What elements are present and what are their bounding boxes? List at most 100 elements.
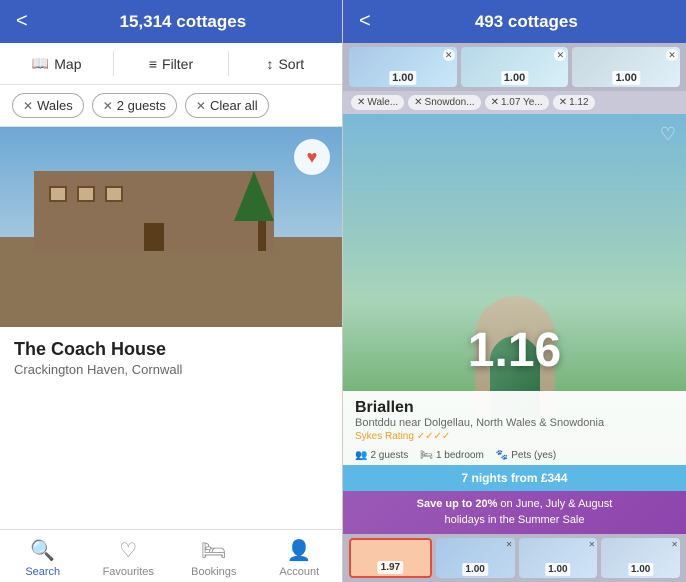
building-door [144, 223, 164, 251]
back-button-left[interactable]: < [16, 10, 28, 33]
search-icon: 🔍 [30, 538, 55, 563]
card-features: 👥 2 guests 🛏 1 bedroom 🐾 Pets (yes) [343, 446, 686, 465]
bookings-icon: 🛏 [201, 538, 226, 563]
bottom-thumb-3[interactable]: ✕ 1.00 [519, 538, 598, 578]
filter-label: Filter [162, 56, 193, 72]
filter-chip-year[interactable]: ✕ 1.07 Ye... [485, 95, 549, 110]
bottom-price-4: 1.00 [628, 563, 653, 576]
filter-button[interactable]: ≡ Filter [114, 51, 228, 76]
rating-stars: ✓✓✓✓ [417, 431, 451, 442]
pets-icon: 🐾 [496, 450, 508, 461]
wales-chip[interactable]: ✕ Wales [12, 93, 84, 118]
summer-sale-line1: Save up to 20% on June, July & August [355, 497, 674, 512]
nav-bookings-label: Bookings [191, 566, 236, 578]
thumb-item-2[interactable]: ✕ 1.00 [461, 47, 569, 87]
favourite-button[interactable]: ♥ [294, 139, 330, 175]
bottom-thumb-strip: 1.97 ✕ 1.00 ✕ 1.00 ✕ 1.00 [343, 534, 686, 582]
header-right: < 493 cottages [343, 0, 686, 43]
filter-chip-extra[interactable]: ✕ 1.12 [553, 95, 595, 110]
tree [250, 171, 274, 251]
sale-text1: on June, July & August [500, 498, 612, 510]
thumb-close-1[interactable]: ✕ [443, 49, 455, 61]
book-cta-button[interactable]: 7 nights from £344 [343, 465, 686, 491]
guests-chip-label: 2 guests [117, 98, 166, 113]
window-3 [105, 186, 123, 202]
bottom-close-4[interactable]: ✕ [671, 540, 678, 549]
nav-favourites[interactable]: ♡ Favourites [86, 538, 172, 578]
summer-sale-line2: holidays in the Summer Sale [355, 513, 674, 528]
phone-left: < 15,314 cottages 📖 Map ≡ Filter ↕ Sort … [0, 0, 343, 582]
main-listing-card[interactable]: ♡ 1.16 Briallen Bontddu near Dolgellau, … [343, 114, 686, 491]
header-left: < 15,314 cottages [0, 0, 342, 43]
bottom-close-2[interactable]: ✕ [506, 540, 513, 549]
close-icon-wales: ✕ [357, 97, 365, 108]
bedrooms-count: 1 bedroom [436, 450, 484, 461]
bottom-thumb-2[interactable]: ✕ 1.00 [436, 538, 515, 578]
card-heart-icon[interactable]: ♡ [660, 124, 676, 145]
wales-chip-close[interactable]: ✕ [23, 99, 33, 113]
bed-icon: 🛏 [420, 450, 433, 461]
filter-icon: ≡ [149, 56, 157, 72]
close-icon-year: ✕ [491, 97, 499, 108]
card-title: Briallen [355, 399, 674, 417]
guests-feature: 👥 2 guests [355, 450, 408, 461]
guests-chip[interactable]: ✕ 2 guests [92, 93, 177, 118]
listing-info: The Coach House Crackington Haven, Cornw… [0, 327, 342, 377]
top-thumb-strip: ✕ 1.00 ✕ 1.00 ✕ 1.00 [343, 43, 686, 91]
map-icon: 📖 [32, 55, 49, 72]
main-card-price: 1.16 [468, 323, 561, 378]
wales-chip-label: Wales [37, 98, 73, 113]
guests-chip-close[interactable]: ✕ [103, 99, 113, 113]
sort-label: Sort [278, 56, 304, 72]
phone-right: < 493 cottages ✕ 1.00 ✕ 1.00 ✕ 1.00 ✕ Wa… [343, 0, 686, 582]
pets-feature: 🐾 Pets (yes) [496, 450, 556, 461]
results-count-left: 15,314 cottages [40, 12, 326, 32]
bottom-price-2: 1.00 [462, 563, 487, 576]
nav-account[interactable]: 👤 Account [257, 538, 343, 578]
card-info: Briallen Bontddu near Dolgellau, North W… [343, 391, 686, 491]
tree-top [234, 171, 274, 221]
nav-search-label: Search [25, 566, 60, 578]
heart-icon: ♥ [307, 147, 318, 168]
results-count-right: 493 cottages [383, 12, 670, 32]
filter-chip-snowdon-label: Snowdon... [425, 97, 475, 108]
pets-label: Pets (yes) [511, 450, 556, 461]
thumb-price-2: 1.00 [501, 71, 528, 85]
heart-nav-icon: ♡ [119, 538, 137, 563]
filter-chip-snowdon[interactable]: ✕ Snowdon... [408, 95, 480, 110]
window-1 [49, 186, 67, 202]
thumb-close-3[interactable]: ✕ [666, 49, 678, 61]
close-icon-snowdon: ✕ [414, 97, 422, 108]
nav-bookings[interactable]: 🛏 Bookings [171, 538, 257, 578]
card-rating: Sykes Rating ✓✓✓✓ [355, 431, 674, 442]
filter-chip-year-label: 1.07 Ye... [501, 97, 543, 108]
sort-icon: ↕ [266, 56, 273, 72]
clear-all-chip[interactable]: ✕ Clear all [185, 93, 269, 118]
bottom-thumb-1[interactable]: 1.97 [349, 538, 432, 578]
sort-button[interactable]: ↕ Sort [229, 51, 342, 76]
window-2 [77, 186, 95, 202]
bottom-nav: 🔍 Search ♡ Favourites 🛏 Bookings 👤 Accou… [0, 529, 342, 582]
card-subtitle: Bontddu near Dolgellau, North Wales & Sn… [355, 417, 674, 429]
thumb-item-3[interactable]: ✕ 1.00 [572, 47, 680, 87]
filter-chip-wales[interactable]: ✕ Wale... [351, 95, 404, 110]
toolbar: 📖 Map ≡ Filter ↕ Sort [0, 43, 342, 85]
guests-count: 2 guests [370, 450, 408, 461]
nav-search[interactable]: 🔍 Search [0, 538, 86, 578]
thumb-item-1[interactable]: ✕ 1.00 [349, 47, 457, 87]
summer-sale-banner[interactable]: Save up to 20% on June, July & August ho… [343, 491, 686, 534]
thumb-price-1: 1.00 [389, 71, 416, 85]
thumb-price-3: 1.00 [612, 71, 639, 85]
listing-image: ♥ [0, 127, 342, 327]
nav-favourites-label: Favourites [103, 566, 154, 578]
clear-all-close[interactable]: ✕ [196, 99, 206, 113]
map-button[interactable]: 📖 Map [0, 51, 114, 76]
card-info-main: Briallen Bontddu near Dolgellau, North W… [343, 391, 686, 446]
back-button-right[interactable]: < [359, 10, 371, 33]
bottom-thumb-4[interactable]: ✕ 1.00 [601, 538, 680, 578]
bottom-close-3[interactable]: ✕ [589, 540, 596, 549]
bottom-price-3: 1.00 [545, 563, 570, 576]
guests-icon: 👥 [355, 450, 367, 461]
filter-chips-right: ✕ Wale... ✕ Snowdon... ✕ 1.07 Ye... ✕ 1.… [343, 91, 686, 114]
listing-title: The Coach House [14, 339, 328, 360]
